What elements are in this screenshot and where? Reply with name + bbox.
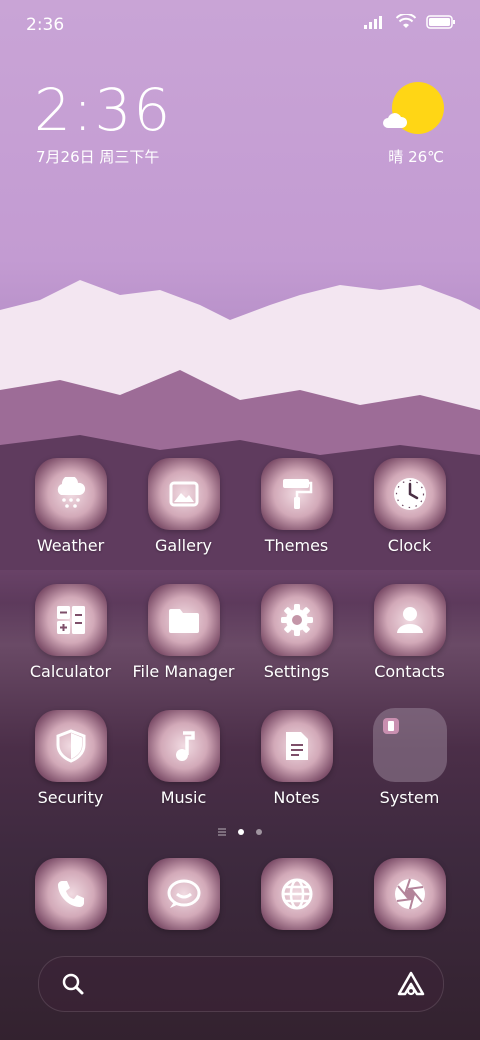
camera-aperture-icon bbox=[394, 878, 425, 910]
phone-icon bbox=[57, 881, 84, 907]
image-icon bbox=[169, 481, 198, 507]
clock-widget-date: 7月26日 周三下午 bbox=[36, 148, 160, 166]
cloud-icon bbox=[383, 113, 408, 128]
dock-app-messages[interactable] bbox=[127, 858, 240, 930]
page-dot[interactable] bbox=[256, 829, 262, 835]
page-indicator[interactable] bbox=[0, 828, 480, 836]
app-weather[interactable]: Weather bbox=[14, 458, 127, 555]
status-time: 2:36 bbox=[26, 15, 65, 35]
app-label: Contacts bbox=[374, 662, 445, 681]
dock-app-phone[interactable] bbox=[14, 858, 127, 930]
app-tile bbox=[34, 710, 107, 782]
app-tile bbox=[147, 858, 220, 930]
status-icons bbox=[364, 14, 456, 30]
search-bar[interactable] bbox=[38, 956, 444, 1012]
app-label: Gallery bbox=[155, 536, 212, 555]
app-label: Weather bbox=[36, 536, 105, 555]
cloud-snow-icon bbox=[57, 477, 85, 508]
app-tile bbox=[260, 458, 333, 530]
app-tile bbox=[260, 584, 333, 656]
app-notes[interactable]: Notes bbox=[240, 710, 353, 807]
assistant-icon[interactable] bbox=[397, 971, 425, 997]
app-tile bbox=[373, 858, 446, 930]
app-file-manager[interactable]: File Manager bbox=[127, 584, 240, 681]
signal-icon bbox=[364, 16, 382, 29]
search-icon[interactable] bbox=[61, 972, 85, 996]
app-contacts[interactable]: Contacts bbox=[353, 584, 466, 681]
app-tile bbox=[373, 458, 446, 530]
app-tile bbox=[373, 584, 446, 656]
app-label: Themes bbox=[264, 536, 329, 555]
app-tile bbox=[34, 458, 107, 530]
app-tile bbox=[34, 858, 107, 930]
app-label: Clock bbox=[387, 536, 432, 555]
app-security[interactable]: Security bbox=[14, 710, 127, 807]
app-tile bbox=[260, 710, 333, 782]
status-bar: 2:36 bbox=[0, 0, 480, 50]
clock-widget-time[interactable]: 2:36 bbox=[34, 76, 172, 144]
dock-app-browser[interactable] bbox=[240, 858, 353, 930]
message-icon bbox=[167, 879, 200, 908]
dock-app-camera[interactable] bbox=[353, 858, 466, 930]
music-note-icon bbox=[175, 731, 195, 761]
folder-tile bbox=[372, 708, 447, 782]
wifi-icon bbox=[396, 14, 416, 28]
app-label: File Manager bbox=[132, 662, 235, 681]
app-tile bbox=[147, 710, 220, 782]
app-label: Calculator bbox=[29, 662, 112, 681]
menu-lines-icon bbox=[218, 828, 226, 836]
app-calculator[interactable]: Calculator bbox=[14, 584, 127, 681]
folder-icon bbox=[382, 718, 399, 734]
battery-icon bbox=[426, 15, 455, 29]
page-dot-active[interactable] bbox=[238, 829, 244, 835]
weather-condition-temp: 晴 26℃ bbox=[388, 148, 444, 166]
app-tile bbox=[147, 584, 220, 656]
shield-icon bbox=[56, 729, 85, 763]
app-tile bbox=[147, 458, 220, 530]
browser-globe-icon bbox=[281, 878, 312, 910]
clock-icon bbox=[393, 478, 426, 510]
app-label: Notes bbox=[273, 788, 320, 807]
app-music[interactable]: Music bbox=[127, 710, 240, 807]
app-label: Music bbox=[160, 788, 207, 807]
app-clock[interactable]: Clock bbox=[353, 458, 466, 555]
app-themes[interactable]: Themes bbox=[240, 458, 353, 555]
calculator-icon bbox=[56, 606, 85, 634]
app-label: Settings bbox=[263, 662, 330, 681]
app-label: Security bbox=[37, 788, 104, 807]
folder-icon bbox=[168, 609, 199, 633]
paint-roller-icon bbox=[282, 479, 312, 509]
app-tile bbox=[260, 858, 333, 930]
gear-icon bbox=[280, 604, 313, 636]
app-tile bbox=[34, 584, 107, 656]
person-icon bbox=[396, 607, 423, 633]
app-settings[interactable]: Settings bbox=[240, 584, 353, 681]
app-label: System bbox=[379, 788, 440, 807]
app-folder-system[interactable]: System bbox=[353, 708, 466, 807]
app-gallery[interactable]: Gallery bbox=[127, 458, 240, 555]
note-icon bbox=[285, 732, 308, 760]
